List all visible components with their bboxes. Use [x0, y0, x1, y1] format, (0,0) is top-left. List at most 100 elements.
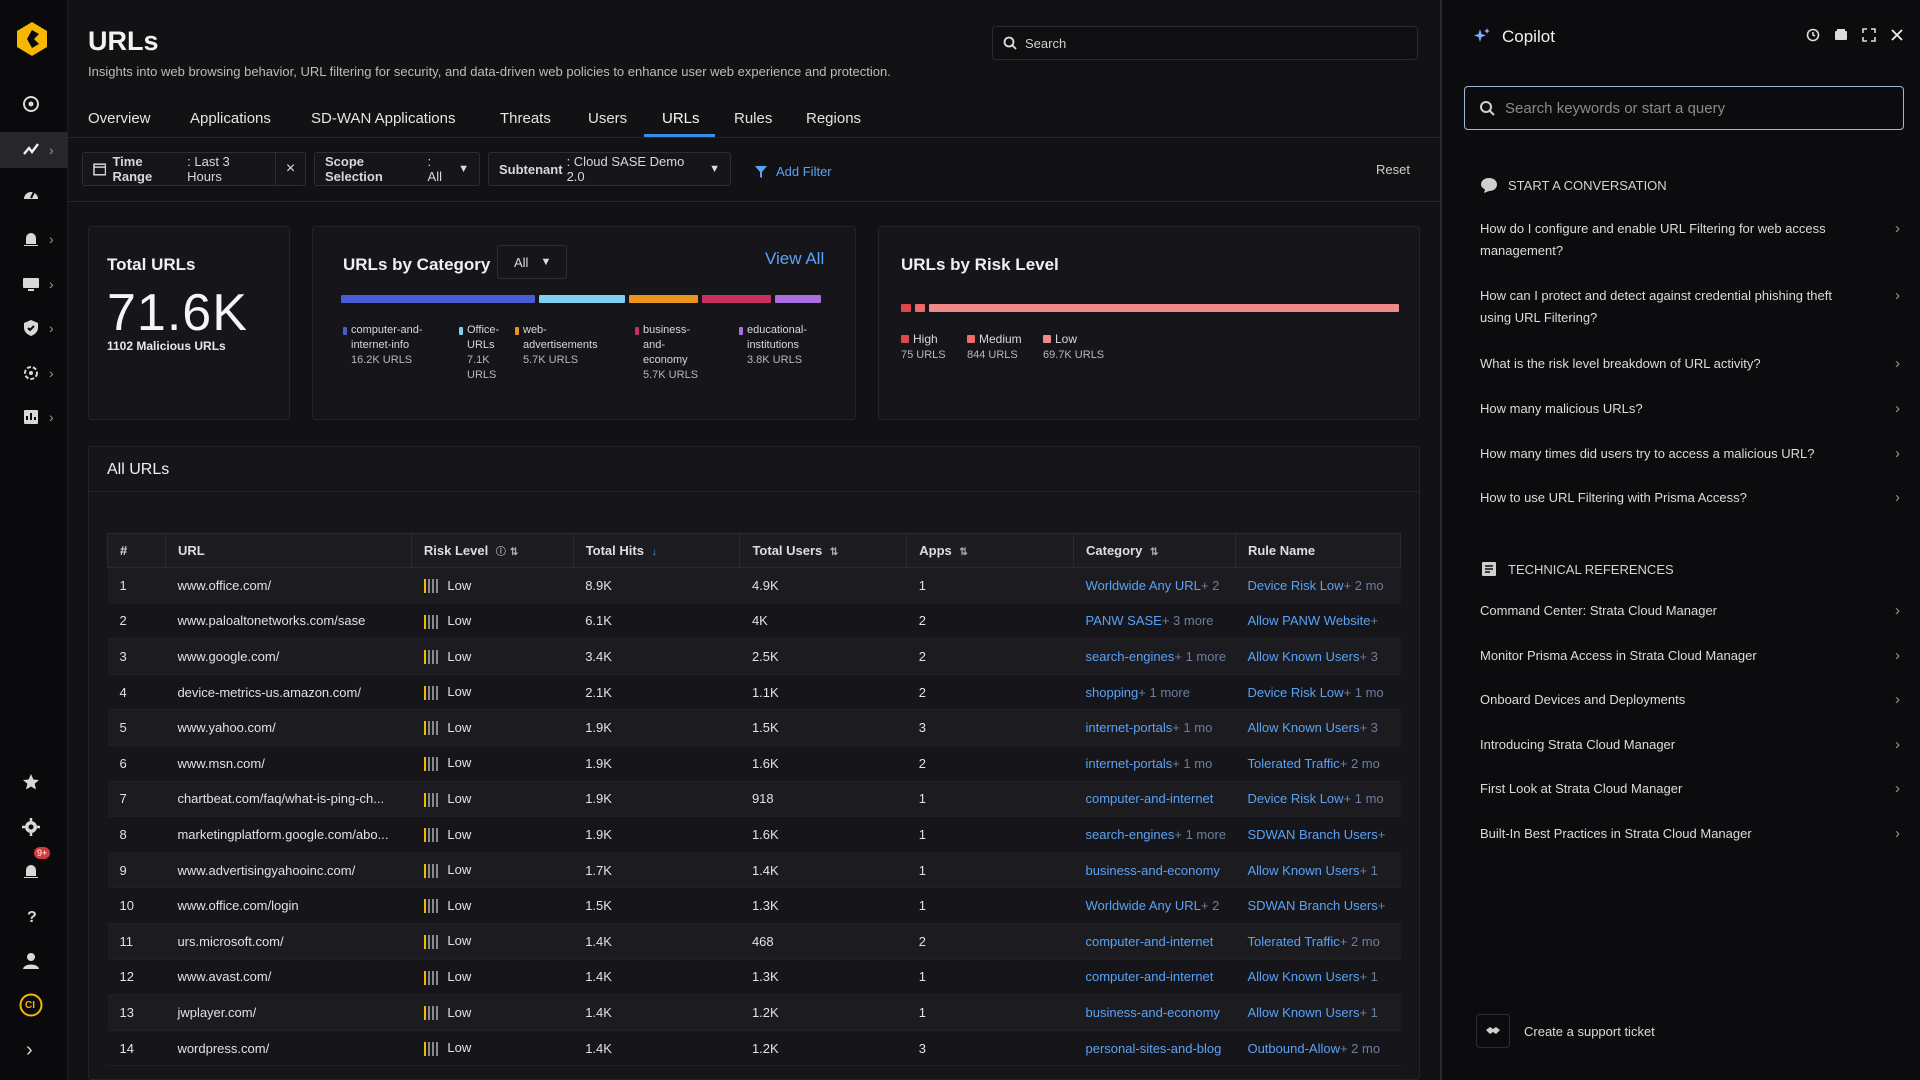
category-cell[interactable]: personal-sites-and-blog — [1073, 1030, 1236, 1067]
rule-link[interactable]: Allow Known Users — [1247, 1005, 1359, 1020]
table-row[interactable]: 8 marketingplatform.google.com/abo... Low 1… — [107, 816, 1401, 853]
category-link[interactable]: search-engines — [1086, 649, 1175, 664]
new-chat-icon[interactable] — [1834, 28, 1848, 42]
rule-name-cell[interactable]: Allow Known Users+ 3 — [1235, 709, 1401, 746]
url-cell[interactable]: www.paloaltonetworks.com/sase — [165, 603, 412, 640]
column-header-apps[interactable]: Apps ⇅ — [906, 533, 1074, 568]
tab-users[interactable]: Users — [588, 110, 627, 127]
url-cell[interactable]: jwplayer.com/ — [165, 994, 412, 1031]
nav-security[interactable]: › — [0, 310, 68, 346]
create-support-ticket-button[interactable]: Create a support ticket — [1476, 1014, 1655, 1048]
category-bar-business-and-economy[interactable] — [702, 295, 771, 303]
category-cell[interactable]: computer-and-internet — [1073, 923, 1236, 960]
rule-name-cell[interactable]: Device Risk Low+ 1 mo — [1235, 781, 1401, 818]
nav-expand[interactable]: › — [0, 1032, 68, 1068]
category-bar-web-advertisements[interactable] — [629, 295, 698, 303]
prisma-logo-icon[interactable] — [14, 20, 50, 58]
rule-more-link[interactable]: + 1 mo — [1344, 685, 1384, 700]
category-link[interactable]: search-engines — [1086, 827, 1175, 842]
table-row[interactable]: 9 www.advertisingyahooinc.com/Low 1.7K 1.4K… — [107, 852, 1401, 889]
time-range-filter[interactable]: Time Range : Last 3 Hours × — [82, 152, 306, 186]
category-cell[interactable]: internet-portals+ 1 mo — [1073, 709, 1236, 746]
rule-more-link[interactable]: + 2 mo — [1344, 578, 1384, 593]
table-row[interactable]: 2 www.paloaltonetworks.com/sase Low 6.1K 4K 2… — [107, 603, 1401, 640]
tab-regions[interactable]: Regions — [806, 110, 861, 127]
nav-reports[interactable]: › — [0, 399, 68, 435]
rule-link[interactable]: Device Risk Low — [1247, 685, 1343, 700]
url-cell[interactable]: www.advertisingyahooinc.com/ — [165, 852, 412, 889]
rule-link[interactable]: Allow Known Users — [1247, 649, 1359, 664]
risk-bar-high[interactable] — [901, 304, 911, 312]
rule-name-cell[interactable]: Outbound-Allow+ 2 mo — [1235, 1030, 1401, 1067]
category-link[interactable]: Worldwide Any URL — [1086, 898, 1201, 913]
add-filter-button[interactable]: Add Filter — [754, 164, 832, 179]
suggested-question[interactable]: How many malicious URLs? › — [1480, 398, 1900, 420]
category-link[interactable]: internet-portals — [1086, 756, 1173, 771]
table-row[interactable]: 13 jwplayer.com/Low 1.4K 1.2K 1 business-and-… — [107, 994, 1401, 1031]
suggested-question[interactable]: How can I protect and detect against cre… — [1480, 285, 1900, 329]
rule-more-link[interactable]: + 3 — [1359, 720, 1377, 735]
url-cell[interactable]: www.office.com/login — [165, 887, 412, 924]
tab-applications[interactable]: Applications — [190, 110, 271, 127]
category-link[interactable]: Worldwide Any URL — [1086, 578, 1201, 593]
rule-more-link[interactable]: + 1 — [1359, 1005, 1377, 1020]
url-cell[interactable]: www.avast.com/ — [165, 959, 412, 996]
category-select[interactable]: All ▼ — [497, 245, 567, 279]
technical-reference-link[interactable]: Built-In Best Practices in Strata Cloud … — [1480, 823, 1900, 845]
rule-name-cell[interactable]: Device Risk Low+ 2 mo — [1235, 567, 1401, 604]
sort-icon[interactable]: ⇅ — [510, 547, 518, 558]
category-cell[interactable]: search-engines+ 1 more — [1073, 816, 1236, 853]
category-cell[interactable]: business-and-economy — [1073, 852, 1236, 889]
url-cell[interactable]: chartbeat.com/faq/what-is-ping-ch... — [165, 781, 412, 818]
url-cell[interactable]: www.msn.com/ — [165, 745, 412, 782]
table-row[interactable]: 6 www.msn.com/Low 1.9K 1.6K 2 internet-portal… — [107, 745, 1401, 782]
rule-link[interactable]: Device Risk Low — [1247, 578, 1343, 593]
category-cell[interactable]: Worldwide Any URL+ 2 — [1073, 567, 1236, 604]
rule-link[interactable]: Tolerated Traffic — [1247, 756, 1339, 771]
table-row[interactable]: 14 wordpress.com/Low 1.4K 1.2K 3 personal-sit… — [107, 1030, 1401, 1067]
rule-name-cell[interactable]: Tolerated Traffic+ 2 mo — [1235, 923, 1401, 960]
expand-icon[interactable] — [1862, 28, 1876, 42]
rule-more-link[interactable]: + — [1371, 613, 1379, 628]
rule-link[interactable]: SDWAN Branch Users — [1247, 827, 1377, 842]
column-header-risk-level[interactable]: Risk Level ⓘ ⇅ — [410, 533, 574, 568]
url-cell[interactable]: www.google.com/ — [165, 638, 412, 675]
category-more-link[interactable]: + 1 more — [1138, 685, 1190, 700]
rule-link[interactable]: Allow Known Users — [1247, 863, 1359, 878]
nav-profile[interactable] — [0, 943, 68, 979]
suggested-question[interactable]: How to use URL Filtering with Prisma Acc… — [1480, 487, 1900, 509]
rule-link[interactable]: SDWAN Branch Users — [1247, 898, 1377, 913]
tab-rules[interactable]: Rules — [734, 110, 772, 127]
table-row[interactable]: 12 www.avast.com/Low 1.4K 1.3K 1 computer-and… — [107, 959, 1401, 996]
url-cell[interactable]: www.office.com/ — [165, 567, 412, 604]
category-link[interactable]: PANW SASE — [1086, 613, 1162, 628]
global-search-input[interactable]: Search — [992, 26, 1418, 60]
category-cell[interactable]: computer-and-internet — [1073, 959, 1236, 996]
category-more-link[interactable]: + 1 more — [1174, 649, 1226, 664]
rule-link[interactable]: Outbound-Allow — [1247, 1041, 1340, 1056]
nav-tenant-avatar[interactable]: CI — [0, 987, 68, 1023]
rule-link[interactable]: Allow PANW Website — [1247, 613, 1370, 628]
suggested-question[interactable]: What is the risk level breakdown of URL … — [1480, 353, 1900, 375]
category-link[interactable]: internet-portals — [1086, 720, 1173, 735]
nav-monitor[interactable]: › — [0, 132, 68, 168]
column-header-url[interactable]: URL — [164, 533, 412, 568]
category-cell[interactable]: business-and-economy — [1073, 994, 1236, 1031]
category-link[interactable]: computer-and-internet — [1086, 791, 1214, 806]
url-cell[interactable]: wordpress.com/ — [165, 1030, 412, 1067]
nav-dashboards[interactable] — [0, 176, 68, 212]
tab-urls[interactable]: URLs — [662, 110, 700, 127]
nav-settings[interactable] — [0, 809, 68, 845]
category-link[interactable]: computer-and-internet — [1086, 969, 1214, 984]
rule-name-cell[interactable]: Allow Known Users+ 1 — [1235, 852, 1401, 889]
table-row[interactable]: 5 www.yahoo.com/Low 1.9K 1.5K 3 internet-port… — [107, 709, 1401, 746]
subtenant-filter[interactable]: Subtenant : Cloud SASE Demo 2.0 ▼ — [488, 152, 731, 186]
rule-name-cell[interactable]: Tolerated Traffic+ 2 mo — [1235, 745, 1401, 782]
url-cell[interactable]: urs.microsoft.com/ — [165, 923, 412, 960]
rule-more-link[interactable]: + — [1378, 898, 1386, 913]
sort-icon[interactable]: ⇅ — [1150, 547, 1158, 558]
technical-reference-link[interactable]: Monitor Prisma Access in Strata Cloud Ma… — [1480, 645, 1900, 667]
view-all-link[interactable]: View All — [765, 249, 824, 269]
category-bar-computer-and-internet-info[interactable] — [341, 295, 535, 303]
table-row[interactable]: 11 urs.microsoft.com/Low 1.4K 468 2 computer-… — [107, 923, 1401, 960]
